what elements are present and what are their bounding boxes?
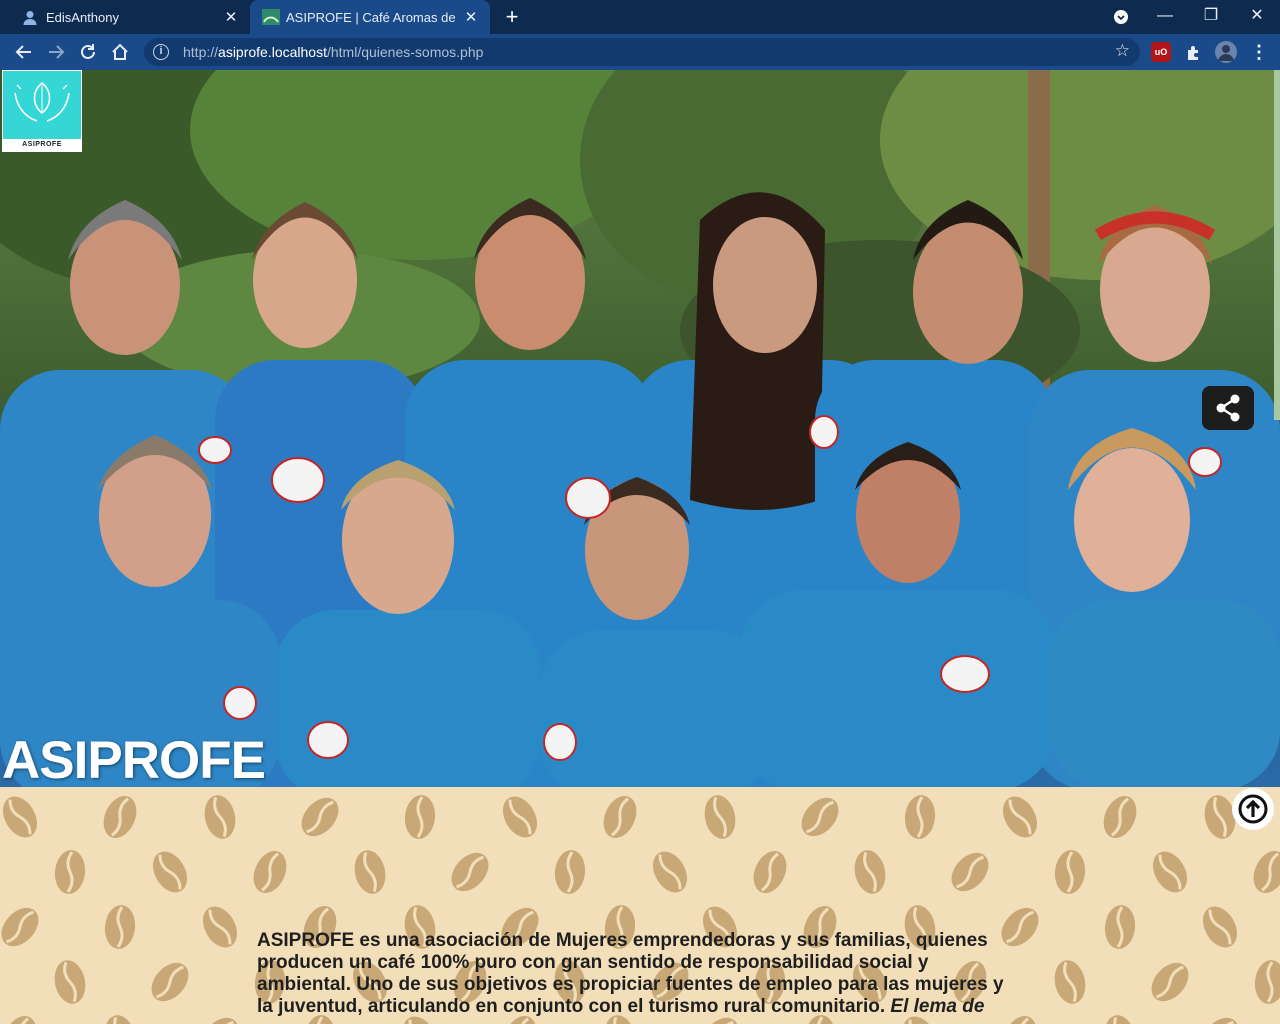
browser-toolbar: i http://asiprofe.localhost/html/quienes…: [0, 34, 1280, 70]
reload-icon[interactable]: [75, 39, 101, 65]
share-button[interactable]: [1202, 386, 1254, 430]
hero-title: ASIPROFE: [2, 731, 266, 787]
coffee-bean: [54, 850, 86, 894]
forward-icon[interactable]: [43, 39, 69, 65]
coffee-bean: [502, 796, 538, 838]
user-avatar-icon: [22, 9, 38, 25]
coffee-bean: [103, 795, 137, 839]
coffee-bean: [854, 850, 886, 894]
logo-label: ASIPROFE: [3, 139, 81, 151]
coffee-bean: [451, 852, 489, 892]
coffee-bean: [753, 850, 787, 894]
tab-title: EdisAnthony: [46, 9, 119, 25]
coffee-bean: [652, 851, 688, 893]
coffee-bean: [1103, 795, 1137, 839]
page-viewport: ASIPROFE ASIPROFE ASIPROFE es una asocia…: [0, 70, 1280, 1024]
coffee-bean: [1, 907, 39, 947]
restore-button[interactable]: ❐: [1188, 0, 1234, 34]
profile-icon[interactable]: [1215, 41, 1237, 63]
close-tab-icon[interactable]: ✕: [460, 8, 482, 26]
coffee-bean: [1054, 960, 1086, 1004]
coffee-bean: [1002, 796, 1038, 838]
new-tab-button[interactable]: +: [500, 4, 524, 30]
motto-label: El lema de: [890, 996, 985, 1017]
coffee-bean: [1054, 850, 1086, 894]
coffee-bean: [204, 795, 236, 839]
tab-title: ASIPROFE | Café Aromas de la Le: [286, 9, 460, 25]
scroll-up-icon: [1238, 794, 1268, 824]
coffee-bean: [801, 797, 839, 837]
share-icon: [1216, 394, 1240, 422]
coffee-bean: [704, 795, 736, 839]
coffee-bean: [354, 850, 386, 894]
coffee-bean: [951, 852, 989, 892]
coffee-bean: [301, 797, 339, 837]
coffee-bean: [603, 795, 637, 839]
tab-edisanthony[interactable]: EdisAnthony ✕: [10, 0, 250, 34]
asiprofe-favicon: [262, 9, 280, 25]
star-icon[interactable]: ☆: [1115, 41, 1130, 61]
coffee-bean: [1104, 1015, 1136, 1024]
coffee-bean: [404, 795, 436, 839]
coffee-bean: [904, 795, 936, 839]
minimize-button[interactable]: —: [1142, 0, 1188, 34]
team-photo: [0, 70, 1280, 787]
coffee-bean: [152, 851, 188, 893]
url-text: http://asiprofe.localhost/html/quienes-s…: [183, 44, 484, 60]
coffee-bean: [151, 962, 189, 1002]
back-icon[interactable]: [11, 39, 37, 65]
home-icon[interactable]: [107, 39, 133, 65]
about-paragraph: ASIPROFE es una asociación de Mujeres em…: [257, 930, 1017, 1018]
close-window-button[interactable]: ✕: [1234, 0, 1280, 34]
coffee-bean: [1254, 960, 1280, 1004]
close-tab-icon[interactable]: ✕: [220, 8, 242, 26]
tab-search-button[interactable]: [1098, 0, 1144, 34]
scrollbar-track[interactable]: [1274, 70, 1280, 420]
menu-icon[interactable]: ⋮: [1248, 41, 1270, 63]
coffee-bean: [1104, 905, 1136, 949]
coffee-bean: [3, 1015, 37, 1024]
coffee-bean: [1201, 1017, 1239, 1024]
extensions-icon[interactable]: [1183, 41, 1205, 63]
coffee-bean: [104, 1015, 136, 1024]
coffee-bean: [104, 905, 136, 949]
coffee-bean: [554, 850, 586, 894]
coffee-bean: [202, 906, 238, 948]
coffee-bean: [1151, 962, 1189, 1002]
scroll-to-top-button[interactable]: [1232, 788, 1274, 830]
tab-bar: EdisAnthony ✕ ASIPROFE | Café Aromas de …: [0, 0, 1280, 34]
coffee-bean: [1253, 850, 1280, 894]
coffee-bean: [201, 1017, 239, 1024]
asiprofe-logo[interactable]: ASIPROFE: [2, 70, 82, 152]
coffee-bean: [1152, 851, 1188, 893]
coffee-bean: [2, 796, 38, 838]
tab-asiprofe[interactable]: ASIPROFE | Café Aromas de la Le ✕: [250, 0, 490, 34]
info-icon[interactable]: i: [153, 44, 169, 60]
coffee-bean: [54, 960, 86, 1004]
ublock-icon[interactable]: uO: [1151, 42, 1171, 62]
hands-leaf-icon: [14, 81, 70, 122]
address-bar[interactable]: i http://asiprofe.localhost/html/quienes…: [144, 38, 1140, 66]
hero-section: ASIPROFE ASIPROFE: [0, 70, 1280, 787]
coffee-bean: [1202, 906, 1238, 948]
coffee-bean: [253, 850, 287, 894]
